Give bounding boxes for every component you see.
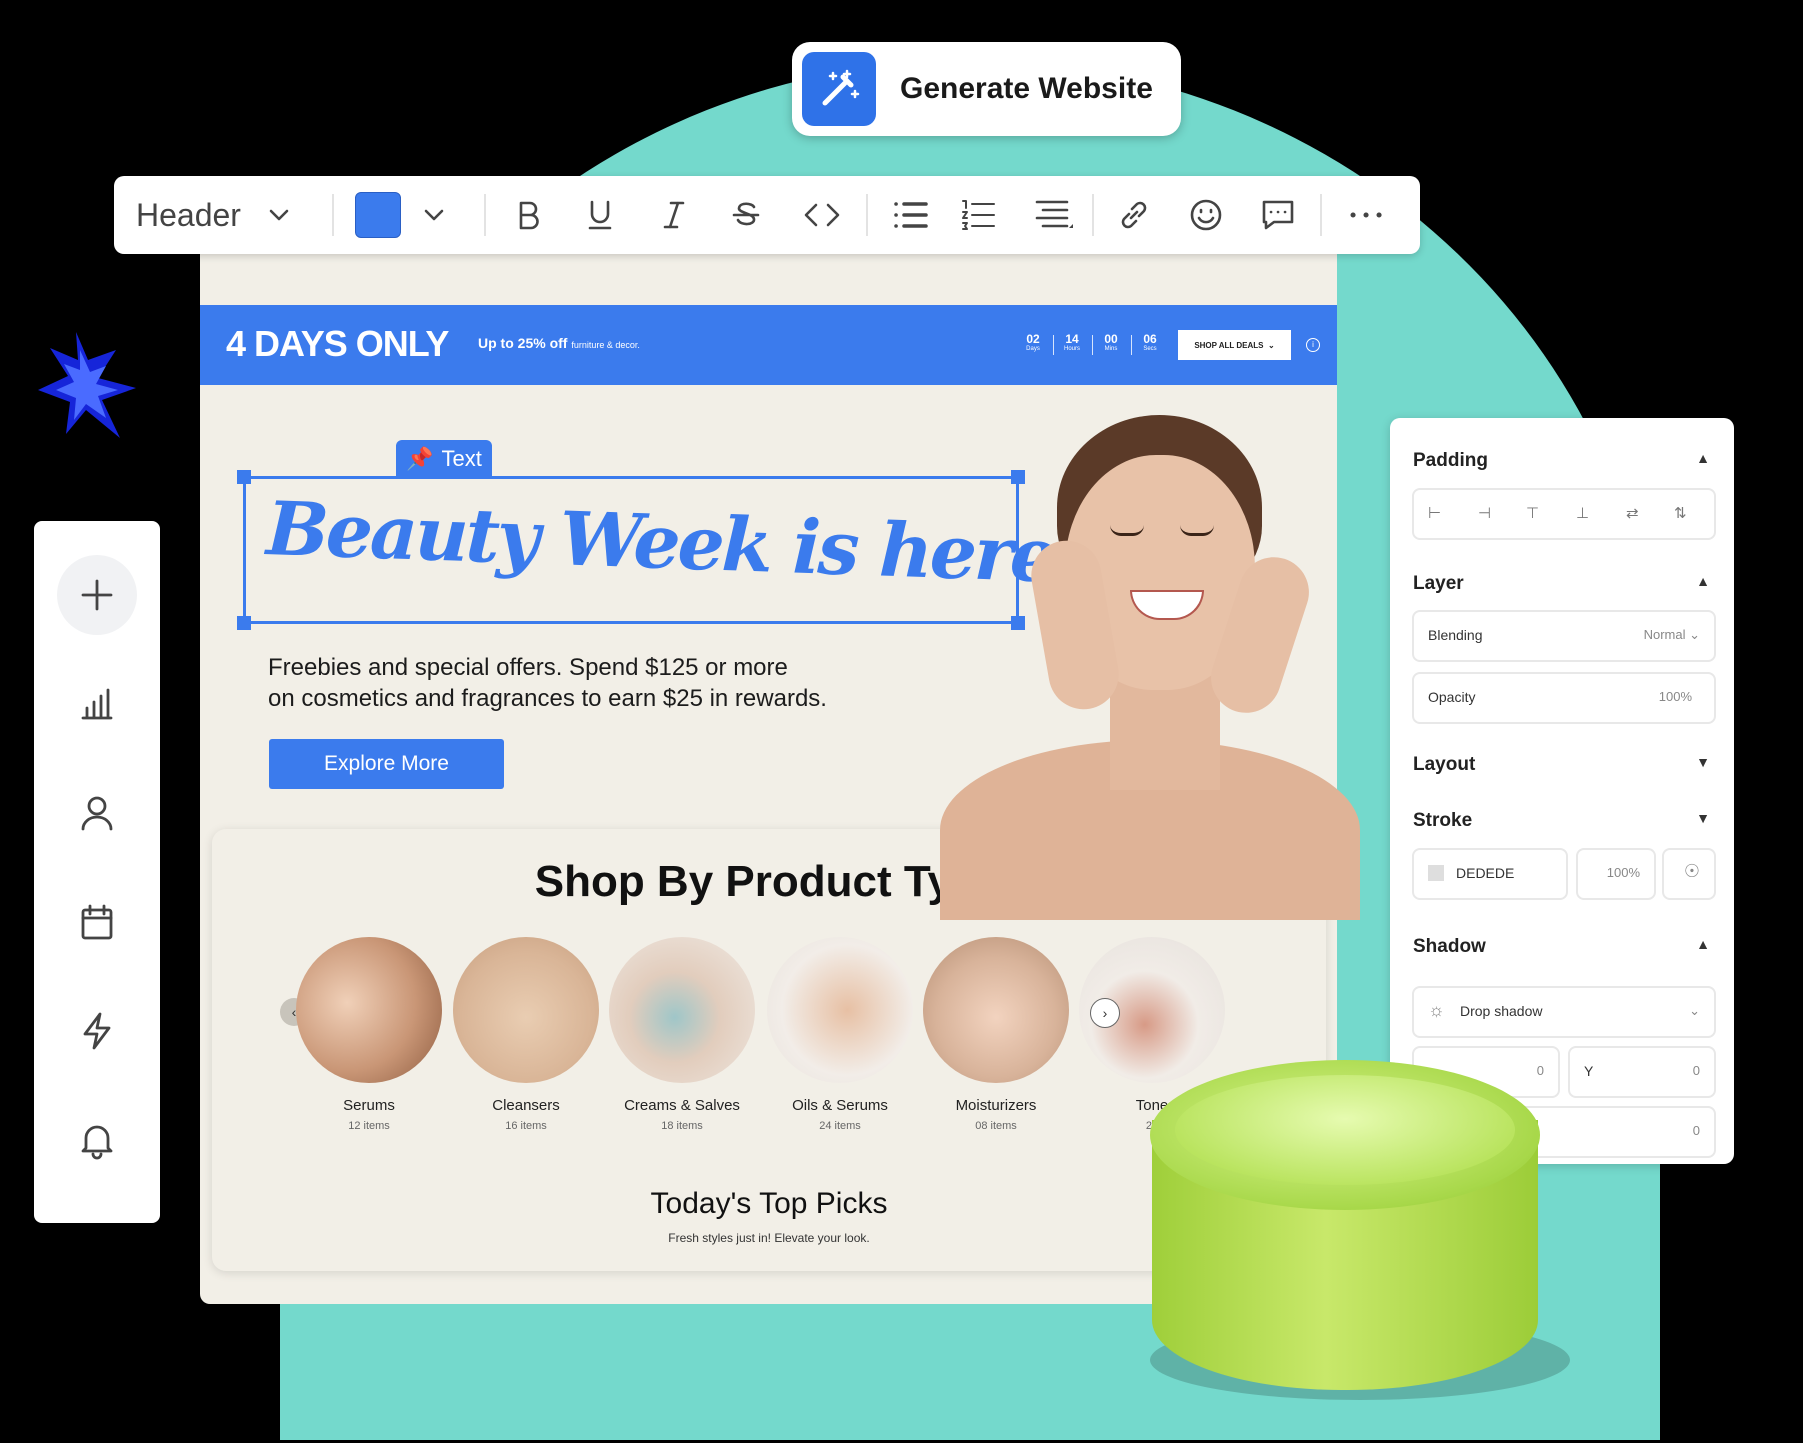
layer-heading: Layer: [1413, 573, 1464, 594]
product-creams-salves[interactable]: Creams & Salves 18 items: [608, 937, 756, 1132]
countdown-secs: 06 Secs: [1143, 332, 1157, 352]
padding-controls: ⊢ ⊣ ⊤ ⊥ ⇄ ⇅: [1412, 488, 1716, 540]
generate-website-label: Generate Website: [900, 72, 1153, 105]
hero-description: Freebies and special offers. Spend $125 …: [268, 654, 827, 712]
carousel-next-button[interactable]: ›: [1090, 998, 1120, 1028]
calendar-icon[interactable]: [57, 882, 137, 962]
add-icon[interactable]: [57, 555, 137, 635]
stroke-opacity-field[interactable]: 100%: [1576, 848, 1656, 900]
align-icon[interactable]: [1026, 194, 1080, 236]
pin-icon: 📌: [406, 446, 434, 471]
shadow-y-field[interactable]: Y0: [1568, 1046, 1716, 1098]
lightning-icon[interactable]: [57, 991, 137, 1071]
sun-icon: ☼: [1428, 1000, 1445, 1020]
product-serums[interactable]: Serums 12 items: [295, 937, 443, 1132]
countdown-mins: 00 Mins: [1104, 332, 1118, 352]
chevron-down-icon[interactable]: ▼: [1696, 754, 1710, 770]
product-image: [296, 937, 442, 1083]
shop-all-deals-button[interactable]: SHOP ALL DEALS ⌄: [1178, 330, 1291, 360]
padding-top-icon[interactable]: ⊤: [1526, 504, 1539, 522]
promo-banner: 4 DAYS ONLY Up to 25% off furniture & de…: [200, 305, 1337, 385]
bell-icon[interactable]: [57, 1100, 137, 1180]
strikethrough-icon[interactable]: [724, 194, 768, 236]
countdown-days: 02 Days: [1026, 332, 1040, 352]
more-icon[interactable]: [1340, 194, 1392, 236]
stroke-color-swatch: [1428, 865, 1444, 881]
resize-handle-br[interactable]: [1011, 616, 1025, 630]
user-icon[interactable]: [57, 773, 137, 853]
product-image: [767, 937, 913, 1083]
left-sidebar: [34, 521, 160, 1223]
padding-left-icon[interactable]: ⊢: [1428, 504, 1441, 522]
format-toolbar: Header: [114, 176, 1420, 254]
padding-right-icon[interactable]: ⊣: [1478, 504, 1491, 522]
analytics-icon[interactable]: [57, 664, 137, 744]
stroke-color-field[interactable]: DEDEDE: [1412, 848, 1568, 900]
countdown-hours: 14 Hours: [1063, 332, 1080, 352]
product-image: [609, 937, 755, 1083]
opacity-field[interactable]: Opacity 100%: [1412, 672, 1716, 724]
chevron-up-icon[interactable]: ▲: [1696, 450, 1710, 466]
sparkle-decoration: [38, 332, 136, 438]
bullet-list-icon[interactable]: [886, 194, 934, 236]
text-element-tag[interactable]: 📌 Text: [396, 440, 492, 478]
info-icon[interactable]: i: [1306, 338, 1320, 352]
padding-heading: Padding: [1413, 450, 1488, 471]
product-oils-serums[interactable]: Oils & Serums 24 items: [766, 937, 914, 1132]
gel-jar-contents: [1175, 1075, 1515, 1185]
chevron-up-icon[interactable]: ▲: [1696, 936, 1710, 952]
padding-vertical-icon[interactable]: ⇅: [1674, 504, 1687, 522]
chevron-up-icon[interactable]: ▲: [1696, 573, 1710, 589]
explore-more-button[interactable]: Explore More: [269, 739, 504, 789]
resize-handle-tl[interactable]: [237, 470, 251, 484]
generate-website-button[interactable]: Generate Website: [792, 42, 1181, 136]
padding-bottom-icon[interactable]: ⊥: [1576, 504, 1589, 522]
link-icon[interactable]: [1110, 194, 1158, 236]
shadow-heading: Shadow: [1413, 936, 1486, 957]
numbered-list-icon[interactable]: [954, 194, 1002, 236]
chevron-down-icon: [269, 209, 289, 221]
comment-icon[interactable]: [1254, 194, 1302, 236]
blending-select: Normal ⌄: [1643, 627, 1700, 642]
promo-title: 4 DAYS ONLY: [226, 323, 449, 364]
padding-horizontal-icon[interactable]: ⇄: [1626, 504, 1639, 522]
magic-wand-icon: [802, 52, 876, 126]
resize-handle-tr[interactable]: [1011, 470, 1025, 484]
underline-icon[interactable]: [578, 194, 622, 236]
stroke-heading: Stroke: [1413, 810, 1473, 831]
eye-icon[interactable]: ☉: [1662, 848, 1716, 900]
chevron-down-icon: ⌄: [1267, 340, 1275, 350]
promo-subtitle: Up to 25% off furniture & decor.: [478, 335, 640, 351]
resize-handle-bl[interactable]: [237, 616, 251, 630]
italic-icon[interactable]: [652, 194, 696, 236]
code-icon[interactable]: [798, 194, 846, 236]
product-cleansers[interactable]: Cleansers 16 items: [452, 937, 600, 1132]
product-image: [453, 937, 599, 1083]
shadow-type-select[interactable]: ☼ Drop shadow ⌄: [1412, 986, 1716, 1038]
product-moisturizers[interactable]: Moisturizers 08 items: [922, 937, 1070, 1132]
color-swatch[interactable]: [354, 192, 402, 238]
product-image: [923, 937, 1069, 1083]
properties-panel: Padding ▲ ⊢ ⊣ ⊤ ⊥ ⇄ ⇅ Layer ▲ Blending N…: [1390, 418, 1734, 1164]
text-style-dropdown[interactable]: Header: [136, 194, 306, 236]
promo-subtitle-small: furniture & decor.: [571, 340, 640, 350]
layout-heading: Layout: [1413, 754, 1476, 775]
chevron-down-icon[interactable]: ▼: [1696, 810, 1710, 826]
bold-icon[interactable]: [506, 194, 550, 236]
blending-field[interactable]: Blending Normal ⌄: [1412, 610, 1716, 662]
color-dropdown-chevron-icon[interactable]: [414, 194, 454, 236]
emoji-icon[interactable]: [1182, 194, 1230, 236]
